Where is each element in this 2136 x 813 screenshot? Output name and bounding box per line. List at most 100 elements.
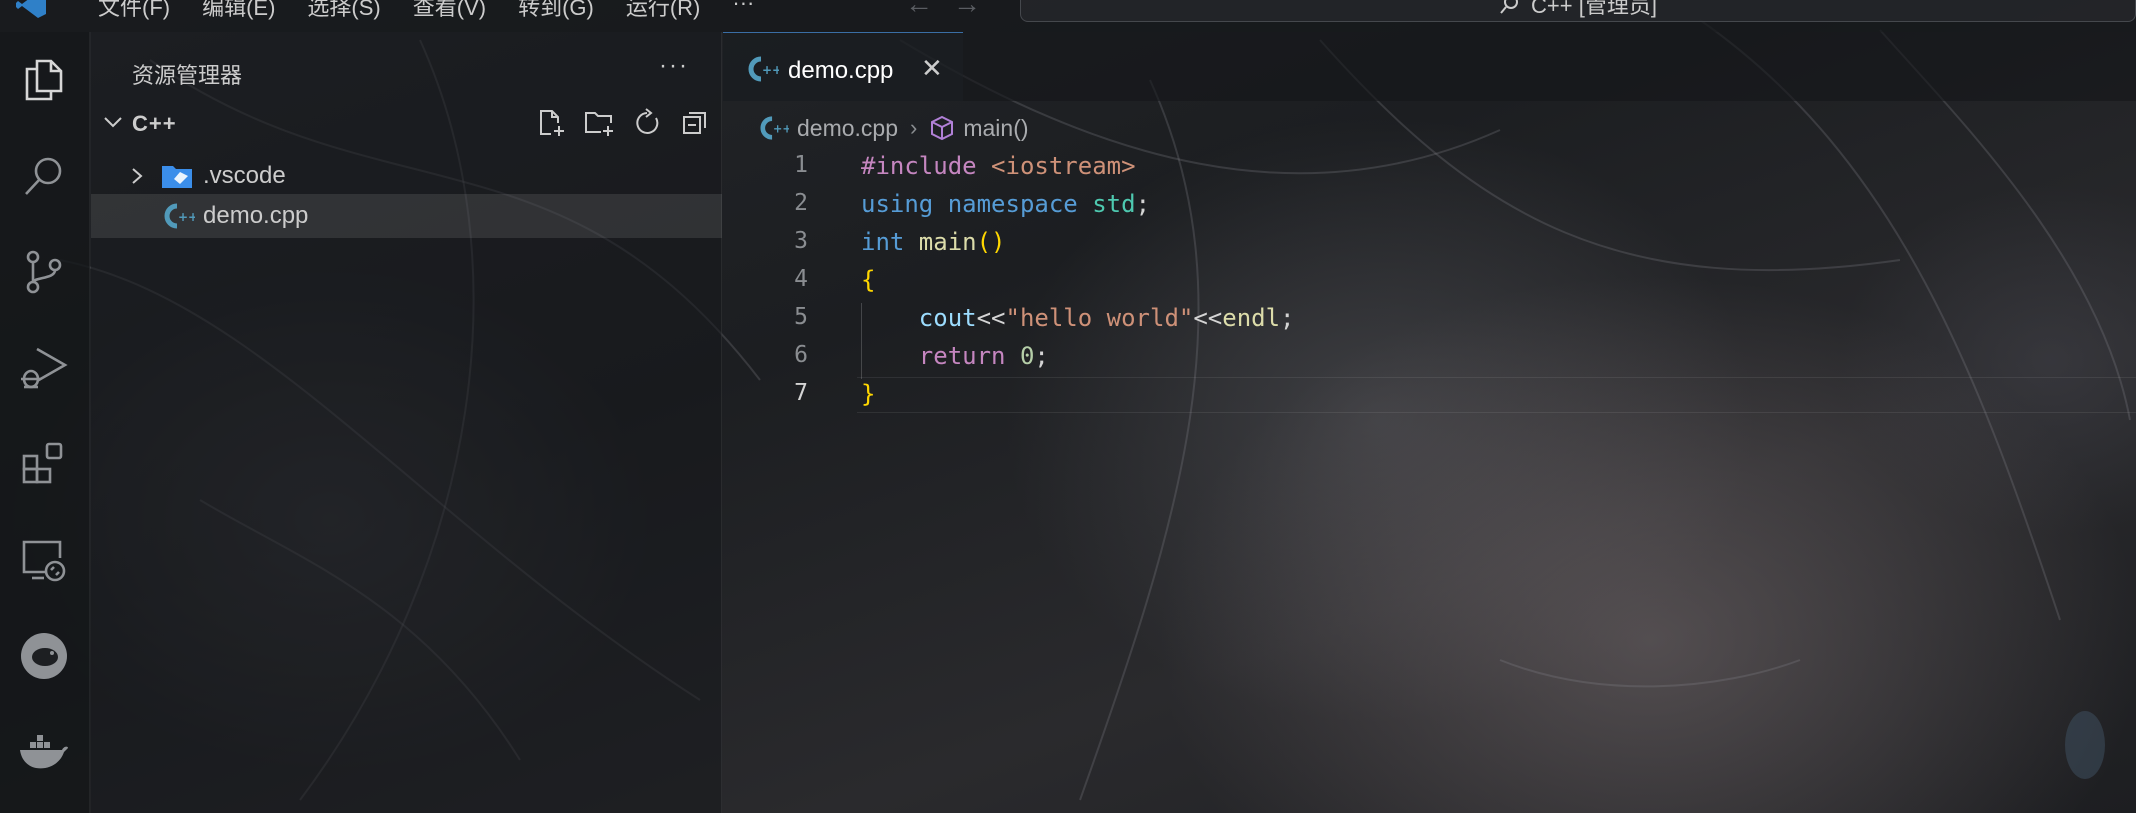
- line-number: 1: [794, 152, 808, 178]
- command-center-label: C++ [管理员]: [1531, 0, 1657, 18]
- tree-item-label: demo.cpp: [203, 202, 309, 229]
- code-token: return: [918, 342, 1020, 370]
- tab-demo-cpp[interactable]: ++ demo.cpp ✕: [723, 32, 963, 101]
- chevron-right-icon: ›: [910, 115, 918, 140]
- code-token: 0: [1019, 342, 1035, 370]
- workspace-folder-header[interactable]: C++: [91, 102, 722, 142]
- line-number: 6: [794, 342, 808, 368]
- line-number: 4: [794, 266, 808, 292]
- menu-goto[interactable]: 转到(G): [502, 0, 610, 22]
- menu-selection[interactable]: 选择(S): [291, 0, 396, 22]
- chevron-right-icon[interactable]: [127, 166, 147, 186]
- menu-run[interactable]: 运行(R): [610, 0, 717, 22]
- search-icon[interactable]: [18, 150, 70, 202]
- code-text[interactable]: cout<<"hello world"<<endl;: [861, 304, 1295, 332]
- vscode-folder-icon: [162, 166, 192, 188]
- line-number: 2: [794, 190, 808, 216]
- code-text[interactable]: #include <iostream>: [861, 152, 1136, 180]
- line-number: 3: [794, 228, 808, 254]
- line-number: 7: [794, 380, 808, 406]
- code-text[interactable]: }: [861, 380, 875, 408]
- sidebar-title: 资源管理器: [132, 63, 243, 88]
- code-line[interactable]: 1 #include <iostream>: [723, 148, 2136, 186]
- command-center[interactable]: C++ [管理员]: [1020, 0, 2136, 22]
- folder-actions: [534, 106, 712, 140]
- vscode-logo-icon: [16, 0, 46, 18]
- explorer-sidebar: 资源管理器 ··· C++ .vscode ++ demo.cpp: [91, 32, 722, 813]
- breadcrumb: ++ demo.cpp › main(): [757, 110, 1029, 146]
- code-line[interactable]: 2 using namespace std;: [723, 186, 2136, 224]
- line-number: 5: [794, 304, 808, 330]
- code-token: <<: [976, 304, 1006, 332]
- extensions-icon[interactable]: [18, 438, 70, 490]
- cube-symbol-icon: [931, 115, 954, 141]
- chevron-down-icon[interactable]: [101, 110, 125, 134]
- menu-more-button[interactable]: ···: [716, 0, 770, 22]
- menu-bar: 文件(F) 编辑(E) 选择(S) 查看(V) 转到(G) 运行(R) ···: [82, 0, 770, 22]
- code-token: #include: [861, 152, 992, 180]
- menu-file[interactable]: 文件(F): [82, 0, 186, 22]
- source-control-icon[interactable]: [18, 246, 70, 298]
- cpp-file-icon: ++: [164, 203, 195, 229]
- code-token: cout: [918, 304, 977, 332]
- run-debug-icon[interactable]: [18, 342, 70, 394]
- tree-item-vscode[interactable]: .vscode: [91, 154, 722, 198]
- cpp-file-icon: ++: [748, 56, 779, 82]
- code-token: ;: [1135, 190, 1151, 218]
- code-token: <<: [1193, 304, 1223, 332]
- navigation-arrows: ← →: [905, 0, 981, 20]
- code-line[interactable]: 7}: [723, 376, 2136, 414]
- tree-item-demo-cpp[interactable]: ++ demo.cpp: [91, 194, 722, 238]
- editor-tab-bar: ++ demo.cpp ✕: [723, 32, 2136, 101]
- code-line[interactable]: 3 int main(): [723, 224, 2136, 262]
- svg-text:++: ++: [178, 210, 195, 224]
- code-text[interactable]: {: [861, 266, 875, 294]
- remote-explorer-icon[interactable]: [18, 534, 70, 586]
- new-folder-icon[interactable]: [582, 106, 616, 140]
- code-text[interactable]: return 0;: [861, 342, 1049, 370]
- tab-label: demo.cpp: [788, 57, 894, 84]
- search-icon: [1500, 0, 1519, 14]
- code-token: endl: [1222, 304, 1281, 332]
- code-text[interactable]: using namespace std;: [861, 190, 1150, 218]
- code-token: int: [861, 228, 919, 256]
- code-line[interactable]: 5 cout<<"hello world"<<endl;: [723, 300, 2136, 338]
- code-token: (): [976, 228, 1006, 256]
- refresh-icon[interactable]: [630, 106, 664, 140]
- explorer-icon[interactable]: [18, 54, 70, 106]
- cpp-file-icon: ++: [760, 116, 789, 140]
- code-token: }: [861, 380, 876, 408]
- code-token: "hello world": [1005, 304, 1194, 332]
- code-token: {: [861, 266, 876, 294]
- collapse-all-icon[interactable]: [678, 106, 712, 140]
- code-text[interactable]: int main(): [861, 228, 1006, 256]
- svg-text:++: ++: [773, 123, 789, 136]
- code-token: ;: [1034, 342, 1049, 370]
- tree-item-label: .vscode: [203, 162, 286, 189]
- breadcrumb-file[interactable]: demo.cpp: [797, 115, 898, 142]
- code-line[interactable]: 4{: [723, 262, 2136, 300]
- code-token: <iostream>: [991, 152, 1136, 180]
- activity-bar: [0, 32, 90, 813]
- breadcrumb-symbol[interactable]: main(): [963, 115, 1028, 142]
- back-arrow-icon[interactable]: ←: [905, 0, 933, 20]
- code-token: using: [861, 190, 948, 218]
- pig-extension-icon[interactable]: [18, 630, 70, 682]
- code-token: std: [1092, 190, 1136, 218]
- code-token: namespace: [947, 190, 1093, 218]
- close-icon[interactable]: ✕: [921, 53, 943, 84]
- code-token: main: [918, 228, 977, 256]
- svg-text:++: ++: [762, 63, 779, 77]
- sidebar-more-button[interactable]: ···: [659, 52, 689, 80]
- forward-arrow-icon[interactable]: →: [953, 0, 981, 20]
- docker-icon[interactable]: [18, 726, 70, 778]
- code-token: ;: [1280, 304, 1295, 332]
- new-file-icon[interactable]: [534, 106, 568, 140]
- workspace-folder-name: C++: [132, 111, 177, 136]
- title-bar: 文件(F) 编辑(E) 选择(S) 查看(V) 转到(G) 运行(R) ··· …: [0, 0, 2136, 32]
- menu-edit[interactable]: 编辑(E): [186, 0, 291, 22]
- menu-view[interactable]: 查看(V): [397, 0, 502, 22]
- code-line[interactable]: 6 return 0;: [723, 338, 2136, 376]
